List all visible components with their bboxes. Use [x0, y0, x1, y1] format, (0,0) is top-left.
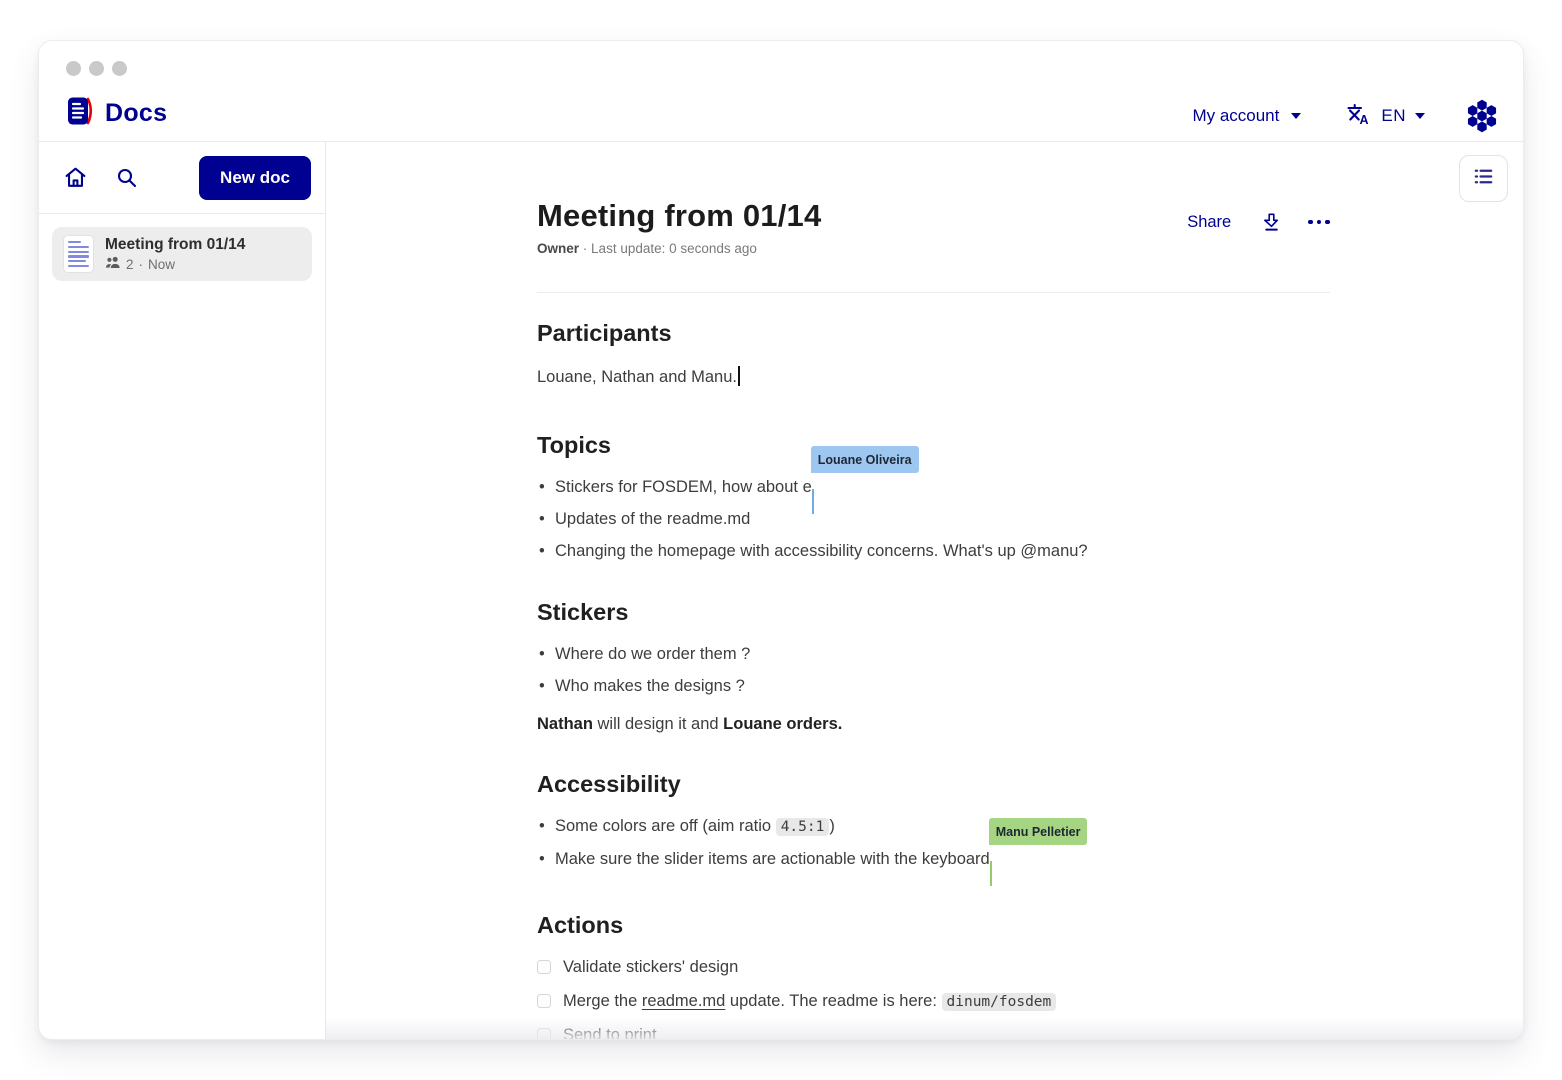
- checkbox[interactable]: [537, 960, 551, 974]
- section-heading-actions: Actions: [537, 912, 1330, 939]
- topics-list: Stickers for FOSDEM, how about eLouane O…: [537, 476, 1330, 562]
- doc-meta: Owner · Last update: 0 seconds ago: [537, 241, 1330, 256]
- last-update: Last update: 0 seconds ago: [591, 241, 757, 256]
- section-heading-stickers: Stickers: [537, 599, 1330, 626]
- participants-text[interactable]: Louane, Nathan and Manu.: [537, 366, 1330, 388]
- list-item-text: Stickers for FOSDEM, how about e: [555, 478, 812, 496]
- meta-separator: ·: [139, 257, 144, 272]
- language-code: EN: [1381, 106, 1406, 126]
- checklist-text: update. The readme is here:: [725, 992, 941, 1010]
- list-item[interactable]: Updates of the readme.md: [537, 508, 1330, 530]
- list-item-text: Who makes the designs ?: [555, 677, 745, 695]
- chevron-down-icon: [1291, 113, 1301, 119]
- list-item[interactable]: Changing the homepage with accessibility…: [537, 540, 1330, 562]
- sidebar: New doc Meeting from 01/14: [39, 142, 326, 1039]
- document-list: Meeting from 01/14 2: [39, 214, 325, 294]
- my-account-label: My account: [1192, 106, 1279, 126]
- updated-time: Now: [148, 257, 175, 272]
- doc-page-icon: [64, 236, 93, 272]
- chevron-down-icon: [1415, 113, 1425, 119]
- list-item[interactable]: Some colors are off (aim ratio 4.5:1): [537, 815, 1330, 838]
- app-window: Docs My account A: [38, 40, 1524, 1040]
- main-panel: Meeting from 01/14 Share Owner: [326, 142, 1523, 1039]
- checklist-label: Merge the readme.md update. The readme i…: [563, 990, 1056, 1013]
- collab-cursor-label: Louane Oliveira: [811, 446, 919, 473]
- share-button[interactable]: Share: [1187, 213, 1231, 232]
- doc-actions: Share: [1187, 211, 1330, 233]
- window-dot-icon: [89, 61, 104, 76]
- list-item[interactable]: Stickers for FOSDEM, how about eLouane O…: [537, 476, 1330, 498]
- note-text: orders.: [782, 715, 843, 733]
- participants-text-content: Louane, Nathan and Manu.: [537, 368, 737, 386]
- checkbox[interactable]: [537, 994, 551, 1008]
- checklist-text: Merge the: [563, 992, 642, 1010]
- collab-cursor-label: Manu Pelletier: [989, 818, 1088, 845]
- checkbox[interactable]: [537, 1028, 551, 1039]
- section-heading-participants: Participants: [537, 320, 1330, 347]
- checklist-label: Send to print: [563, 1024, 657, 1039]
- list-item[interactable]: Make sure the slider items are actionabl…: [537, 848, 1330, 870]
- list-item-text: Updates of the readme.md: [555, 510, 750, 528]
- sidebar-toolbar: New doc: [39, 142, 325, 214]
- members-count: 2: [126, 257, 134, 272]
- more-options-icon[interactable]: [1308, 216, 1330, 229]
- bold-name: Louane: [723, 715, 782, 733]
- app-title: Docs: [105, 99, 167, 128]
- document-meta: 2 · Now: [105, 256, 245, 272]
- table-of-contents-button[interactable]: [1459, 155, 1508, 202]
- inline-code: 4.5:1: [776, 818, 830, 836]
- checklist-row: Merge the readme.md update. The readme i…: [537, 990, 1330, 1012]
- list-item-text: Where do we order them ?: [555, 645, 750, 663]
- window-controls: [66, 61, 127, 76]
- readme-link[interactable]: readme.md: [642, 992, 725, 1010]
- list-item-text: ): [829, 817, 835, 835]
- svg-text:A: A: [1360, 113, 1369, 127]
- members-icon: [105, 256, 121, 272]
- list-item-text: Some colors are off (aim ratio: [555, 817, 776, 835]
- window-dot-icon: [66, 61, 81, 76]
- section-heading-topics: Topics: [537, 432, 1330, 459]
- document-editor[interactable]: Meeting from 01/14 Share Owner: [537, 142, 1330, 1039]
- window-dot-icon: [112, 61, 127, 76]
- list-item[interactable]: Who makes the designs ?: [537, 675, 1330, 697]
- app-logo[interactable]: Docs: [65, 95, 167, 132]
- inline-code: dinum/fosdem: [942, 993, 1057, 1011]
- docs-logo-icon: [65, 95, 95, 132]
- search-icon[interactable]: [115, 166, 139, 190]
- section-heading-accessibility: Accessibility: [537, 771, 1330, 798]
- document-title: Meeting from 01/14: [105, 236, 245, 254]
- download-icon[interactable]: [1261, 211, 1282, 233]
- stickers-note[interactable]: Nathan will design it and Louane orders.: [537, 713, 1330, 735]
- app-header: Docs My account A: [39, 41, 1523, 142]
- list-item-text: Make sure the slider items are actionabl…: [555, 850, 990, 868]
- my-account-menu[interactable]: My account: [1192, 106, 1301, 126]
- checklist-row: Validate stickers' design: [537, 956, 1330, 978]
- list-item-text: Changing the homepage with accessibility…: [555, 542, 1088, 560]
- checklist-label: Validate stickers' design: [563, 956, 738, 978]
- accessibility-list: Some colors are off (aim ratio 4.5:1) Ma…: [537, 815, 1330, 870]
- new-doc-button[interactable]: New doc: [199, 156, 311, 200]
- checklist-row: Send to print: [537, 1024, 1330, 1039]
- toc-icon: [1472, 165, 1495, 193]
- owner-badge: Owner: [537, 241, 579, 256]
- note-text: will design it and: [593, 715, 723, 733]
- translate-icon: A: [1345, 101, 1372, 132]
- meta-separator: ·: [583, 241, 588, 256]
- text-cursor: [738, 366, 740, 386]
- language-selector[interactable]: A EN: [1345, 101, 1425, 132]
- document-list-item[interactable]: Meeting from 01/14 2: [52, 227, 312, 281]
- actions-checklist: Validate stickers' design Merge the read…: [537, 956, 1330, 1039]
- list-item[interactable]: Where do we order them ?: [537, 643, 1330, 665]
- stickers-list: Where do we order them ? Who makes the d…: [537, 643, 1330, 697]
- bold-name: Nathan: [537, 715, 593, 733]
- app-grid-icon[interactable]: [1463, 97, 1501, 135]
- page-title: Meeting from 01/14: [537, 198, 821, 234]
- header-controls: My account A EN: [1192, 97, 1501, 135]
- caret-line: [990, 861, 993, 886]
- home-icon[interactable]: [63, 165, 88, 190]
- divider: [537, 292, 1330, 293]
